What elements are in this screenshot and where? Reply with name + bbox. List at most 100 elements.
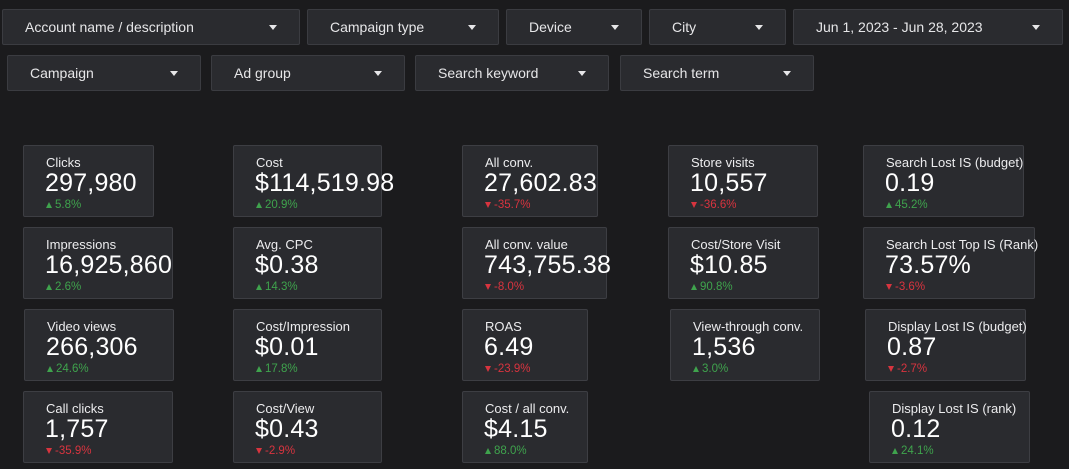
arrow-down-icon bbox=[485, 284, 491, 290]
metric-change-value: 17.8% bbox=[265, 363, 298, 375]
metric-change-value: -2.7% bbox=[897, 363, 928, 375]
metric-label: Display Lost IS (rank) bbox=[892, 401, 1017, 416]
scorecard-impressions: Impressions 16,925,860 2.6% bbox=[23, 227, 173, 299]
metric-label: Search Lost IS (budget) bbox=[886, 155, 1024, 170]
scorecard-all-conv: All conv. 27,602.83 -35.7% bbox=[462, 145, 598, 217]
metric-change-value: 88.0% bbox=[494, 445, 527, 457]
metric-change: 90.8% bbox=[691, 281, 733, 293]
metric-change: -2.9% bbox=[256, 445, 295, 457]
metric-change-value: -36.6% bbox=[700, 199, 737, 211]
metric-value: 1,536 bbox=[692, 333, 756, 361]
arrow-up-icon bbox=[691, 284, 697, 290]
scorecard-avg-cpc: Avg. CPC $0.38 14.3% bbox=[233, 227, 382, 299]
scorecard-cost-view: Cost/View $0.43 -2.9% bbox=[233, 391, 382, 463]
device-filter-dropdown[interactable]: Device bbox=[506, 9, 642, 45]
arrow-down-icon bbox=[888, 366, 894, 372]
scorecard-search-lost-top-is-rank: Search Lost Top IS (Rank) 73.57% -3.6% bbox=[863, 227, 1038, 299]
arrow-up-icon bbox=[256, 284, 262, 290]
scorecard-clicks: Clicks 297,980 5.8% bbox=[23, 145, 154, 217]
arrow-up-icon bbox=[256, 202, 262, 208]
metric-change: 3.0% bbox=[693, 363, 728, 375]
metric-label: Cost / all conv. bbox=[485, 401, 570, 416]
metric-value: $0.01 bbox=[255, 333, 319, 361]
arrow-down-icon bbox=[886, 284, 892, 290]
caret-down-icon bbox=[783, 70, 791, 76]
metric-label: Impressions bbox=[46, 237, 117, 252]
metric-label: Video views bbox=[47, 319, 117, 334]
metric-change-value: 14.3% bbox=[265, 281, 298, 293]
metric-change: -36.6% bbox=[691, 199, 736, 211]
scorecard-cost-all-conv: Cost / all conv. $4.15 88.0% bbox=[462, 391, 588, 463]
metric-change-value: 5.8% bbox=[55, 199, 82, 211]
search-term-filter-label: Search term bbox=[643, 65, 720, 81]
caret-down-icon bbox=[269, 24, 277, 30]
metric-change: -23.9% bbox=[485, 363, 530, 375]
metric-value: $0.38 bbox=[255, 251, 319, 279]
metric-label: Cost/Impression bbox=[256, 319, 350, 334]
campaign-type-filter-dropdown[interactable]: Campaign type bbox=[307, 9, 499, 45]
city-filter-dropdown[interactable]: City bbox=[649, 9, 786, 45]
metric-change: 5.8% bbox=[46, 199, 81, 211]
arrow-up-icon bbox=[485, 448, 491, 454]
metric-label: Cost bbox=[256, 155, 283, 170]
metric-value: 0.19 bbox=[885, 169, 935, 197]
scorecard-search-lost-is-budget: Search Lost IS (budget) 0.19 45.2% bbox=[863, 145, 1024, 217]
metric-value: 73.57% bbox=[885, 251, 971, 279]
metric-label: Avg. CPC bbox=[256, 237, 313, 252]
metric-change: 45.2% bbox=[886, 199, 928, 211]
arrow-down-icon bbox=[485, 366, 491, 372]
scorecard-cost-store-visit: Cost/Store Visit $10.85 90.8% bbox=[668, 227, 819, 299]
campaign-filter-dropdown[interactable]: Campaign bbox=[7, 55, 201, 91]
scorecard-cost-impression: Cost/Impression $0.01 17.8% bbox=[233, 309, 382, 381]
metric-value: 10,557 bbox=[690, 169, 768, 197]
city-filter-label: City bbox=[672, 19, 697, 35]
metric-change: 2.6% bbox=[46, 281, 81, 293]
metric-label: Display Lost IS (budget) bbox=[888, 319, 1027, 334]
metric-label: ROAS bbox=[485, 319, 522, 334]
metric-label: Clicks bbox=[46, 155, 81, 170]
metric-value: 1,757 bbox=[45, 415, 109, 443]
account-filter-dropdown[interactable]: Account name / description bbox=[2, 9, 300, 45]
arrow-up-icon bbox=[886, 202, 892, 208]
metric-change: -35.7% bbox=[485, 199, 530, 211]
campaign-type-filter-label: Campaign type bbox=[330, 19, 425, 35]
metric-change: 20.9% bbox=[256, 199, 298, 211]
metric-label: Cost/Store Visit bbox=[691, 237, 781, 252]
metric-change-value: -2.9% bbox=[265, 445, 296, 457]
metric-value: 16,925,860 bbox=[45, 251, 173, 279]
scorecard-view-through-conv: View-through conv. 1,536 3.0% bbox=[670, 309, 820, 381]
account-filter-label: Account name / description bbox=[25, 19, 194, 35]
metric-label: Call clicks bbox=[46, 401, 104, 416]
metric-change-value: 2.6% bbox=[55, 281, 82, 293]
metric-label: Store visits bbox=[691, 155, 755, 170]
metric-change: -2.7% bbox=[888, 363, 927, 375]
metric-change-value: 24.6% bbox=[56, 363, 89, 375]
metric-change: 88.0% bbox=[485, 445, 527, 457]
metric-value: 266,306 bbox=[46, 333, 138, 361]
ad-group-filter-label: Ad group bbox=[234, 65, 291, 81]
arrow-up-icon bbox=[693, 366, 699, 372]
scorecard-display-lost-is-rank: Display Lost IS (rank) 0.12 24.1% bbox=[869, 391, 1030, 463]
metric-change-value: 90.8% bbox=[700, 281, 733, 293]
scorecard-roas: ROAS 6.49 -23.9% bbox=[462, 309, 588, 381]
scorecard-display-lost-is-budget: Display Lost IS (budget) 0.87 -2.7% bbox=[865, 309, 1027, 381]
ad-group-filter-dropdown[interactable]: Ad group bbox=[211, 55, 405, 91]
search-keyword-filter-dropdown[interactable]: Search keyword bbox=[415, 55, 609, 91]
arrow-up-icon bbox=[892, 448, 898, 454]
metric-value: $0.43 bbox=[255, 415, 319, 443]
metric-change: 24.6% bbox=[47, 363, 89, 375]
date-range-picker[interactable]: Jun 1, 2023 - Jun 28, 2023 bbox=[793, 9, 1063, 45]
metric-change-value: 24.1% bbox=[901, 445, 934, 457]
metric-label: Cost/View bbox=[256, 401, 315, 416]
metric-value: 0.87 bbox=[887, 333, 937, 361]
scorecard-all-conv-value: All conv. value 743,755.38 -8.0% bbox=[462, 227, 611, 299]
metric-label: All conv. value bbox=[485, 237, 568, 252]
caret-down-icon bbox=[170, 70, 178, 76]
search-term-filter-dropdown[interactable]: Search term bbox=[620, 55, 814, 91]
metric-change-value: -8.0% bbox=[494, 281, 525, 293]
date-range-label: Jun 1, 2023 - Jun 28, 2023 bbox=[816, 19, 983, 35]
caret-down-icon bbox=[578, 70, 586, 76]
arrow-down-icon bbox=[691, 202, 697, 208]
metric-change-value: -35.9% bbox=[55, 445, 92, 457]
metric-value: 297,980 bbox=[45, 169, 137, 197]
